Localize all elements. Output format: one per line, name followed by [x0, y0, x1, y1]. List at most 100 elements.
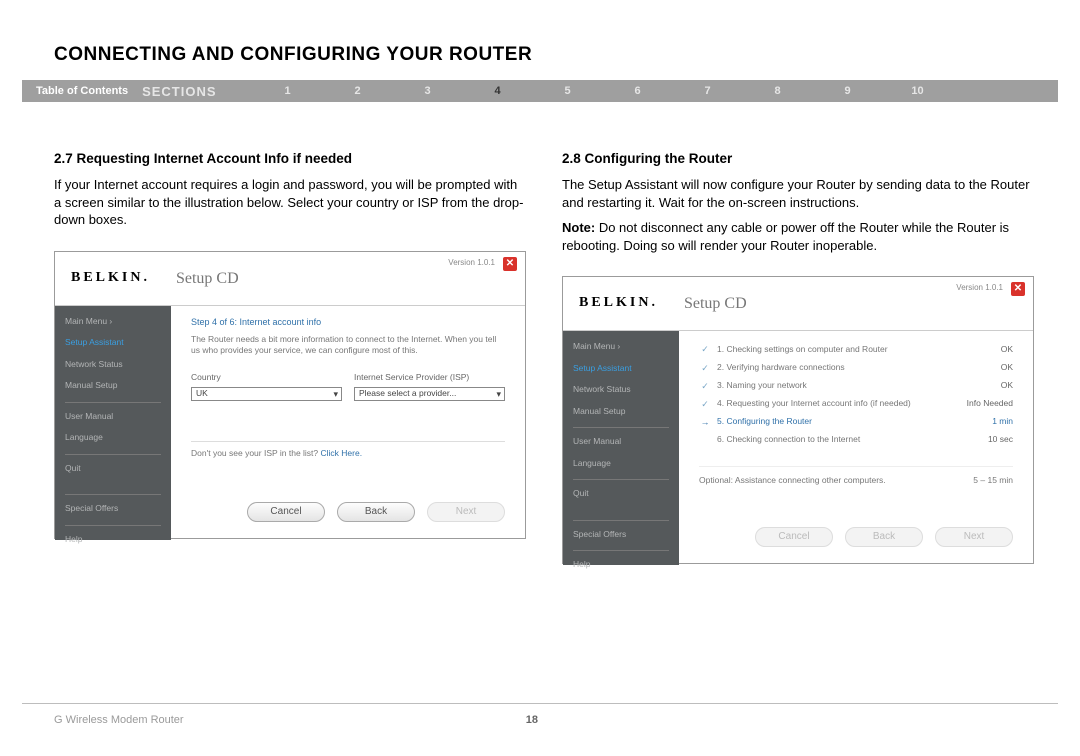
optional-step-status: 5 – 15 min: [955, 475, 1013, 486]
sidebar-help[interactable]: Help: [65, 525, 161, 545]
progress-step-status: 10 sec: [955, 434, 1013, 445]
sections-label: SECTIONS: [142, 84, 252, 99]
section-28-title: 2.8 Configuring the Router: [562, 150, 1034, 168]
progress-step-label: 6. Checking connection to the Internet: [717, 434, 949, 445]
progress-step: ✓4. Requesting your Internet account inf…: [699, 398, 1013, 410]
isp-label: Internet Service Provider (ISP): [354, 372, 505, 383]
isp-select[interactable]: Please select a provider...: [354, 387, 505, 401]
progress-step: ✓ 1. Checking settings on computer and Ro…: [699, 343, 1013, 355]
note-text: Do not disconnect any cable or power off…: [562, 220, 1009, 253]
back-button[interactable]: Back: [845, 527, 923, 547]
sidebar-setup-assistant[interactable]: Setup Assistant: [573, 363, 669, 374]
progress-step: ✓ 3. Naming your network OK: [699, 380, 1013, 392]
sidebar-main-menu[interactable]: Main Menu ›: [573, 341, 669, 352]
country-select[interactable]: UK: [191, 387, 342, 401]
version-label: Version 1.0.1: [956, 283, 1003, 294]
check-icon: ✓: [699, 380, 711, 392]
cancel-button[interactable]: Cancel: [247, 502, 325, 522]
left-column: 2.7 Requesting Internet Account Info if …: [54, 150, 526, 564]
nav-section-3[interactable]: 3: [393, 85, 463, 97]
optional-step-text: Optional: Assistance connecting other co…: [699, 475, 955, 486]
nav-section-2[interactable]: 2: [323, 85, 393, 97]
nav-section-1[interactable]: 1: [253, 85, 323, 97]
close-icon[interactable]: ✕: [503, 257, 517, 271]
progress-step-status: OK: [955, 362, 1013, 373]
isp-note-link[interactable]: Click Here.: [321, 448, 363, 458]
toc-link[interactable]: Table of Contents: [22, 85, 142, 97]
sidebar-manual-setup[interactable]: Manual Setup: [65, 380, 161, 391]
progress-step: 6. Checking connection to the Internet 10…: [699, 434, 1013, 445]
progress-step-label: 1. Checking settings on computer and Rou…: [717, 344, 949, 355]
sidebar-network-status[interactable]: Network Status: [573, 384, 669, 395]
footer-product: G Wireless Modem Router: [22, 714, 526, 726]
screenshot-main-panel: ✓ 1. Checking settings on computer and Ro…: [679, 331, 1033, 565]
isp-note: Don't you see your ISP in the list? Clic…: [191, 441, 505, 459]
progress-step: → 5. Configuring the Router 1 min: [699, 416, 1013, 428]
sidebar-manual-setup[interactable]: Manual Setup: [573, 406, 669, 417]
sidebar-main-menu[interactable]: Main Menu ›: [65, 316, 161, 327]
nav-section-9[interactable]: 9: [813, 85, 883, 97]
sidebar-special-offers[interactable]: Special Offers: [573, 520, 669, 540]
section-28-note: Note: Do not disconnect any cable or pow…: [562, 219, 1034, 254]
progress-step-label: 4. Requesting your Internet account info…: [717, 398, 949, 409]
nav-section-4[interactable]: 4: [463, 85, 533, 97]
progress-step-status: 1 min: [955, 416, 1013, 427]
section-nav-bar: Table of Contents SECTIONS 12345678910: [22, 80, 1058, 102]
optional-step-row: Optional: Assistance connecting other co…: [699, 466, 1013, 486]
sidebar-quit[interactable]: Quit: [65, 454, 161, 474]
content-columns: 2.7 Requesting Internet Account Info if …: [54, 150, 1026, 564]
right-column: 2.8 Configuring the Router The Setup Ass…: [562, 150, 1034, 564]
progress-step: ✓ 2. Verifying hardware connections OK: [699, 362, 1013, 374]
sidebar-language[interactable]: Language: [65, 432, 161, 443]
country-label: Country: [191, 372, 342, 383]
nav-section-10[interactable]: 10: [883, 85, 953, 97]
back-button[interactable]: Back: [337, 502, 415, 522]
section-27-title: 2.7 Requesting Internet Account Info if …: [54, 150, 526, 168]
nav-section-5[interactable]: 5: [533, 85, 603, 97]
progress-step-label: 3. Naming your network: [717, 380, 949, 391]
check-icon: ✓: [699, 362, 711, 374]
section-27-text: If your Internet account requires a logi…: [54, 176, 526, 229]
app-title: Setup CD: [176, 268, 239, 290]
screenshot-account-info: BELKIN. Setup CD Version 1.0.1 ✕ Main Me…: [54, 251, 526, 539]
progress-step-status: OK: [955, 380, 1013, 391]
note-label: Note:: [562, 220, 595, 235]
cancel-button[interactable]: Cancel: [755, 527, 833, 547]
screenshot-header: BELKIN. Setup CD Version 1.0.1 ✕: [563, 277, 1033, 331]
sidebar-special-offers[interactable]: Special Offers: [65, 494, 161, 514]
isp-note-text: Don't you see your ISP in the list?: [191, 448, 321, 458]
page-number: 18: [526, 714, 1058, 726]
progress-step-label: 5. Configuring the Router: [717, 416, 949, 427]
next-button[interactable]: Next: [427, 502, 505, 522]
sidebar-setup-assistant[interactable]: Setup Assistant: [65, 337, 161, 348]
sidebar-user-manual[interactable]: User Manual: [573, 427, 669, 447]
progress-list: ✓ 1. Checking settings on computer and Ro…: [699, 343, 1013, 445]
screenshot-configuring: BELKIN. Setup CD Version 1.0.1 ✕ Main Me…: [562, 276, 1034, 564]
nav-section-8[interactable]: 8: [743, 85, 813, 97]
screenshot-main-panel: Step 4 of 6: Internet account info The R…: [171, 306, 525, 540]
nav-section-6[interactable]: 6: [603, 85, 673, 97]
progress-step-label: 2. Verifying hardware connections: [717, 362, 949, 373]
sidebar-user-manual[interactable]: User Manual: [65, 402, 161, 422]
app-title: Setup CD: [684, 293, 747, 315]
belkin-logo: BELKIN.: [55, 269, 150, 288]
check-icon: ✓: [699, 343, 711, 355]
close-icon[interactable]: ✕: [1011, 282, 1025, 296]
progress-step-status: OK: [955, 344, 1013, 355]
belkin-logo: BELKIN.: [563, 294, 658, 313]
page-title: CONNECTING AND CONFIGURING YOUR ROUTER: [54, 44, 532, 66]
sidebar-network-status[interactable]: Network Status: [65, 359, 161, 370]
arrow-right-icon: →: [699, 416, 711, 428]
sidebar-quit[interactable]: Quit: [573, 479, 669, 499]
version-label: Version 1.0.1: [448, 258, 495, 269]
sidebar-help[interactable]: Help: [573, 550, 669, 570]
sidebar: Main Menu › Setup Assistant Network Stat…: [563, 331, 679, 565]
next-button[interactable]: Next: [935, 527, 1013, 547]
sidebar-language[interactable]: Language: [573, 458, 669, 469]
section-28-text: The Setup Assistant will now configure y…: [562, 176, 1034, 211]
step-title: Step 4 of 6: Internet account info: [191, 316, 505, 328]
page-footer: G Wireless Modem Router 18: [22, 703, 1058, 726]
nav-section-7[interactable]: 7: [673, 85, 743, 97]
screenshot-header: BELKIN. Setup CD Version 1.0.1 ✕: [55, 252, 525, 306]
step-description: The Router needs a bit more information …: [191, 334, 505, 356]
